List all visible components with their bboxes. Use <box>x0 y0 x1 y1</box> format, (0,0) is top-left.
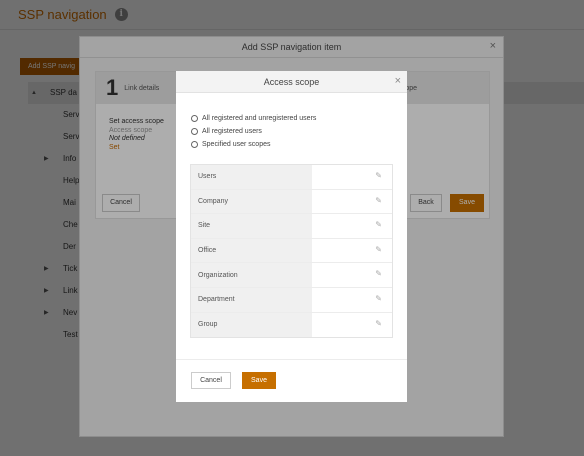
pencil-icon[interactable]: ✎ <box>375 196 382 205</box>
scope-label: Company <box>191 189 312 214</box>
access-scope-options: All registered and unregistered users Al… <box>191 112 316 151</box>
scope-label: Users <box>191 165 312 189</box>
radio-button[interactable] <box>191 128 198 135</box>
pencil-icon[interactable]: ✎ <box>375 319 382 328</box>
radio-option[interactable]: Specified user scopes <box>191 138 316 151</box>
save-button[interactable]: Save <box>242 372 276 389</box>
radio-button[interactable] <box>191 115 198 122</box>
scope-row: Users ✎ <box>191 165 392 190</box>
radio-option[interactable]: All registered and unregistered users <box>191 112 316 125</box>
scope-label: Office <box>191 238 312 263</box>
scope-value-field[interactable]: ✎ <box>312 312 392 338</box>
pencil-icon[interactable]: ✎ <box>375 220 382 229</box>
pencil-icon[interactable]: ✎ <box>375 269 382 278</box>
scope-value-field[interactable]: ✎ <box>312 165 392 189</box>
pencil-icon[interactable]: ✎ <box>375 245 382 254</box>
scope-row: Department ✎ <box>191 287 392 313</box>
access-scope-modal: Access scope × All registered and unregi… <box>176 71 407 402</box>
cancel-button[interactable]: Cancel <box>191 372 231 389</box>
scope-row: Company ✎ <box>191 189 392 215</box>
scope-row: Group ✎ <box>191 312 392 338</box>
scope-value-field[interactable]: ✎ <box>312 238 392 263</box>
user-scopes-table: Users ✎ Company ✎ Site ✎ Office ✎ Organization ✎ D… <box>190 164 393 339</box>
close-icon[interactable]: × <box>395 75 401 87</box>
access-scope-header: Access scope × <box>176 71 407 93</box>
scope-value-field[interactable]: ✎ <box>312 214 392 238</box>
scope-value-field[interactable]: ✎ <box>312 287 392 312</box>
scope-row: Office ✎ <box>191 238 392 264</box>
scope-label: Group <box>191 312 312 338</box>
scope-label: Department <box>191 287 312 312</box>
pencil-icon[interactable]: ✎ <box>375 171 382 180</box>
scope-label: Site <box>191 214 312 238</box>
radio-button[interactable] <box>191 141 198 148</box>
radio-option[interactable]: All registered users <box>191 125 316 138</box>
footer-divider <box>176 359 407 360</box>
pencil-icon[interactable]: ✎ <box>375 294 382 303</box>
radio-label: All registered users <box>202 128 262 135</box>
scope-value-field[interactable]: ✎ <box>312 189 392 214</box>
scope-label: Organization <box>191 263 312 287</box>
scope-row: Organization ✎ <box>191 263 392 288</box>
radio-label: Specified user scopes <box>202 141 271 148</box>
access-scope-title: Access scope <box>263 76 320 87</box>
radio-label: All registered and unregistered users <box>202 115 317 122</box>
scope-row: Site ✎ <box>191 214 392 239</box>
scope-value-field[interactable]: ✎ <box>312 263 392 287</box>
